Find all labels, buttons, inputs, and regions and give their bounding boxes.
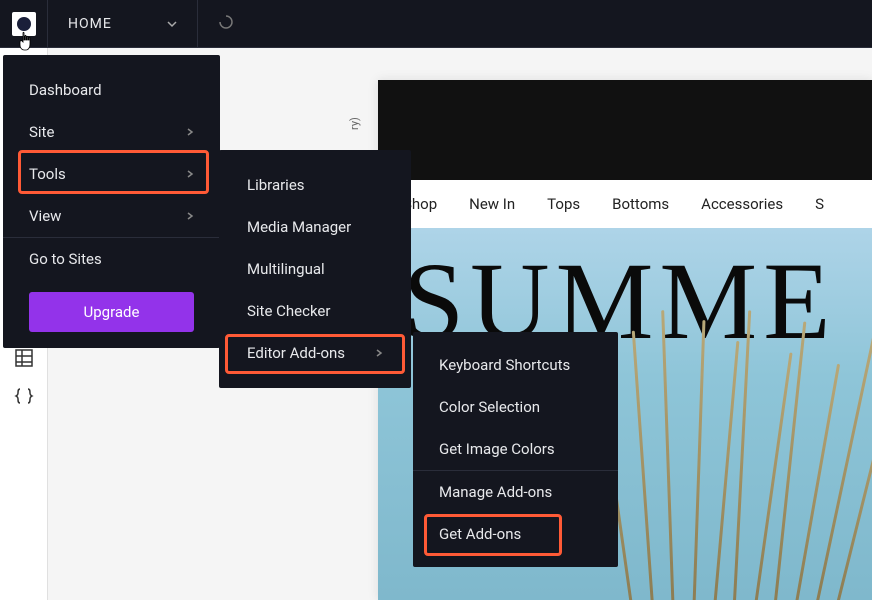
submenu-label: Site Checker <box>247 302 330 320</box>
chevron-right-icon <box>375 349 383 357</box>
nav-bottoms[interactable]: Bottoms <box>612 195 669 213</box>
menu-go-to-sites[interactable]: Go to Sites <box>3 238 220 280</box>
hero-grass-image <box>592 300 872 600</box>
addons-get[interactable]: Get Add-ons <box>413 513 618 555</box>
menu-dashboard[interactable]: Dashboard <box>3 69 220 111</box>
addons-keyboard-shortcuts[interactable]: Keyboard Shortcuts <box>413 344 618 386</box>
upgrade-label: Upgrade <box>84 303 140 321</box>
submenu-label: Libraries <box>247 176 305 194</box>
nav-accessories[interactable]: Accessories <box>701 195 783 213</box>
menu-site[interactable]: Site <box>3 111 220 153</box>
top-bar: HOME <box>0 0 872 48</box>
submenu-multilingual[interactable]: Multilingual <box>219 248 411 290</box>
submenu-label: Editor Add-ons <box>247 344 345 362</box>
menu-label: Dashboard <box>29 81 102 99</box>
addons-color-selection[interactable]: Color Selection <box>413 386 618 428</box>
nav-more[interactable]: S <box>815 195 824 213</box>
nav-new-in[interactable]: New In <box>469 195 515 213</box>
nav-tops[interactable]: Tops <box>547 195 580 213</box>
addons-label: Color Selection <box>439 398 540 416</box>
submenu-label: Media Manager <box>247 218 351 236</box>
main-menu: Dashboard Site Tools View Go to Sites Up… <box>3 55 220 348</box>
grid-icon[interactable] <box>14 348 34 368</box>
upgrade-button[interactable]: Upgrade <box>29 292 194 332</box>
addons-manage[interactable]: Manage Add-ons <box>413 471 618 513</box>
chevron-right-icon <box>186 128 194 136</box>
submenu-label: Multilingual <box>247 260 325 278</box>
submenu-media-manager[interactable]: Media Manager <box>219 206 411 248</box>
cursor-hand-icon <box>16 30 38 61</box>
tools-submenu: Libraries Media Manager Multilingual Sit… <box>219 150 411 388</box>
canvas-header <box>378 80 872 180</box>
addons-label: Keyboard Shortcuts <box>439 356 570 374</box>
page-rotate-label: ry) <box>348 117 361 130</box>
loading-icon <box>218 14 234 34</box>
addons-label: Get Add-ons <box>439 525 521 543</box>
code-braces-icon[interactable] <box>14 386 34 406</box>
menu-label: Site <box>29 123 54 141</box>
menu-view[interactable]: View <box>3 195 220 238</box>
addons-submenu: Keyboard Shortcuts Color Selection Get I… <box>413 332 618 567</box>
addons-label: Manage Add-ons <box>439 483 552 501</box>
submenu-site-checker[interactable]: Site Checker <box>219 290 411 332</box>
home-dropdown[interactable]: HOME <box>48 0 198 48</box>
addons-get-image-colors[interactable]: Get Image Colors <box>413 428 618 471</box>
menu-label: View <box>29 207 61 225</box>
menu-label: Tools <box>29 165 66 183</box>
menu-tools[interactable]: Tools <box>3 153 220 195</box>
site-nav: Shop New In Tops Bottoms Accessories S <box>378 180 872 228</box>
home-label: HOME <box>68 16 112 32</box>
submenu-editor-addons[interactable]: Editor Add-ons <box>219 332 411 374</box>
chevron-right-icon <box>186 212 194 220</box>
chevron-right-icon <box>186 170 194 178</box>
menu-label: Go to Sites <box>29 250 102 268</box>
chevron-down-icon <box>167 19 177 29</box>
addons-label: Get Image Colors <box>439 440 555 458</box>
submenu-libraries[interactable]: Libraries <box>219 164 411 206</box>
